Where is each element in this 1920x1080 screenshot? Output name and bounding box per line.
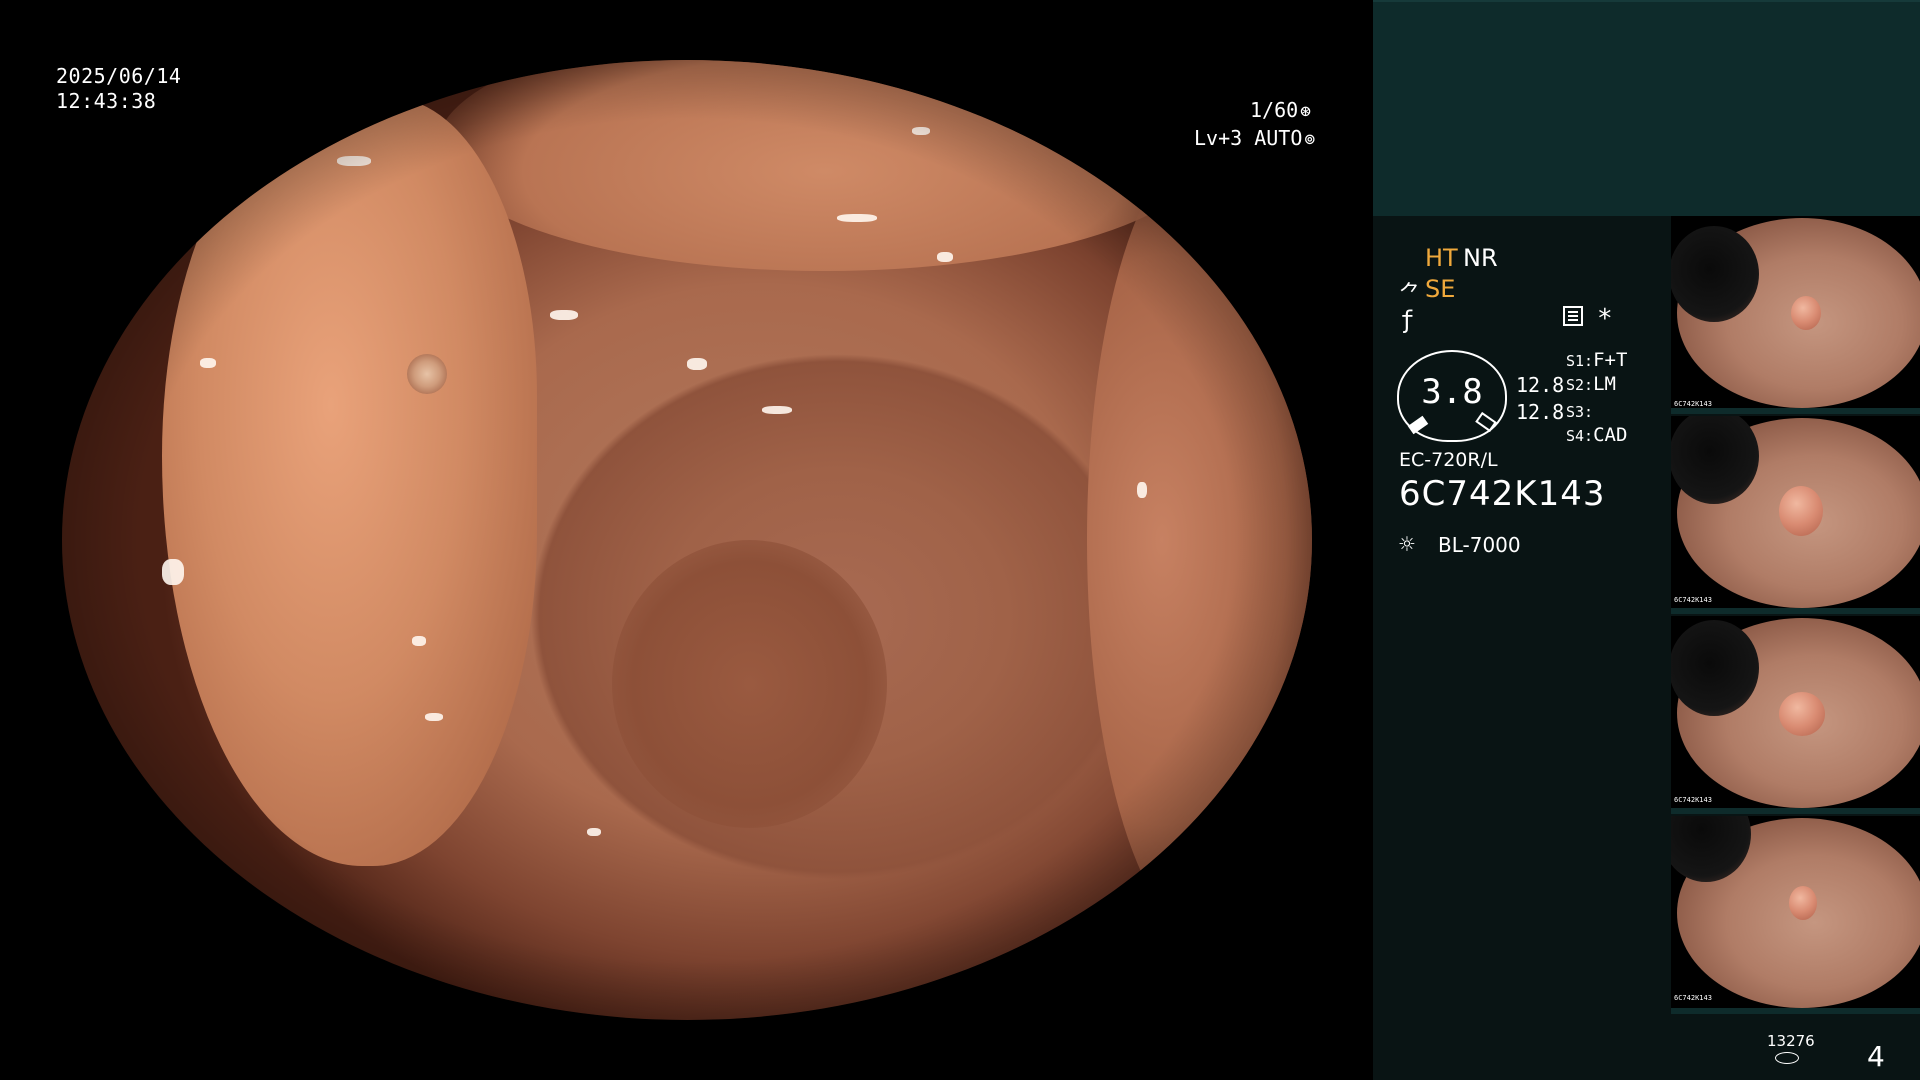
star-icon: * <box>1597 304 1613 334</box>
mode-nr: NR <box>1463 244 1498 272</box>
image-enhance-level: Lv+3 AUTO ⊚ <box>1194 126 1315 150</box>
capture-date: 2025/06/14 <box>56 64 182 88</box>
endoscope-live-view: 2025/06/14 12:43:38 1/60 ⊛ Lv+3 AUTO ⊚ <box>0 0 1372 1080</box>
storage-icon <box>1775 1052 1799 1064</box>
polyp <box>1779 692 1825 736</box>
gauge-reading-2: 12.8 <box>1516 400 1565 424</box>
thumbnail-2[interactable]: 6C742K143 <box>1671 416 1920 614</box>
thumbnail-4[interactable]: 6C742K143 <box>1671 816 1920 1014</box>
switch-s2: S2:LM <box>1566 373 1616 395</box>
gauge-marker-left <box>1407 415 1429 435</box>
enhance-level-value: Lv+3 AUTO <box>1194 126 1303 150</box>
shutter-speed-value: 1/60 <box>1250 98 1299 122</box>
thumbnail-serial: 6C742K143 <box>1674 994 1712 1002</box>
scope-model: EC-720R/L <box>1399 449 1498 471</box>
scope-vignette <box>62 60 1312 1020</box>
polyp <box>1779 486 1823 536</box>
auto-exposure-icon: ⊚ <box>1304 129 1316 150</box>
switch-s1: S1:F+T <box>1566 349 1628 371</box>
thumbnail-bar <box>1671 1008 1920 1014</box>
light-source-model: BL-7000 <box>1438 533 1521 557</box>
thumbnail-bar <box>1671 408 1920 414</box>
thumbnail-serial: 6C742K143 <box>1674 596 1712 604</box>
image-count: 13276 <box>1767 1032 1815 1050</box>
gauge-value: 3.8 <box>1421 372 1483 412</box>
light-source-icon: ☼ <box>1399 530 1415 560</box>
switch-s3: S3: <box>1566 403 1594 421</box>
thumbnail-lumen <box>1671 620 1759 716</box>
settings-list-icon <box>1563 306 1583 326</box>
mode-ht: HT <box>1425 244 1458 272</box>
structure-enhance-icon: ⺈ <box>1399 282 1422 307</box>
scope-serial: 6C742K143 <box>1399 474 1606 514</box>
polyp <box>1789 886 1817 920</box>
gauge-marker-right <box>1475 411 1497 433</box>
thumbnail-serial: 6C742K143 <box>1674 796 1712 804</box>
capture-time: 12:43:38 <box>56 89 157 113</box>
thumbnail-bar <box>1671 808 1920 814</box>
gauge-reading-1: 12.8 <box>1516 373 1565 397</box>
aperture-icon: ⊛ <box>1300 101 1312 122</box>
filter-icon: ƒ <box>1400 306 1415 334</box>
mode-se: SE <box>1425 275 1456 303</box>
thumbnail-lumen <box>1671 226 1759 322</box>
switch-s4: S4:CAD <box>1566 424 1628 446</box>
shutter-speed: 1/60 ⊛ <box>1250 98 1311 122</box>
panel-header <box>1373 0 1920 216</box>
endoscopic-image <box>62 60 1312 1020</box>
info-panel: HT NR ⺈ SE ƒ * 3.8 12.8 12.8 S1:F+T S2:L… <box>1373 0 1920 1080</box>
thumbnail-1[interactable]: 6C742K143 <box>1671 216 1920 414</box>
polyp <box>1791 296 1821 330</box>
zoom-gauge: 3.8 <box>1397 350 1507 442</box>
thumbnail-serial: 6C742K143 <box>1674 400 1712 408</box>
thumbnail-bar <box>1671 608 1920 614</box>
thumbnail-3[interactable]: 6C742K143 <box>1671 616 1920 814</box>
capture-number: 4 <box>1867 1040 1885 1073</box>
